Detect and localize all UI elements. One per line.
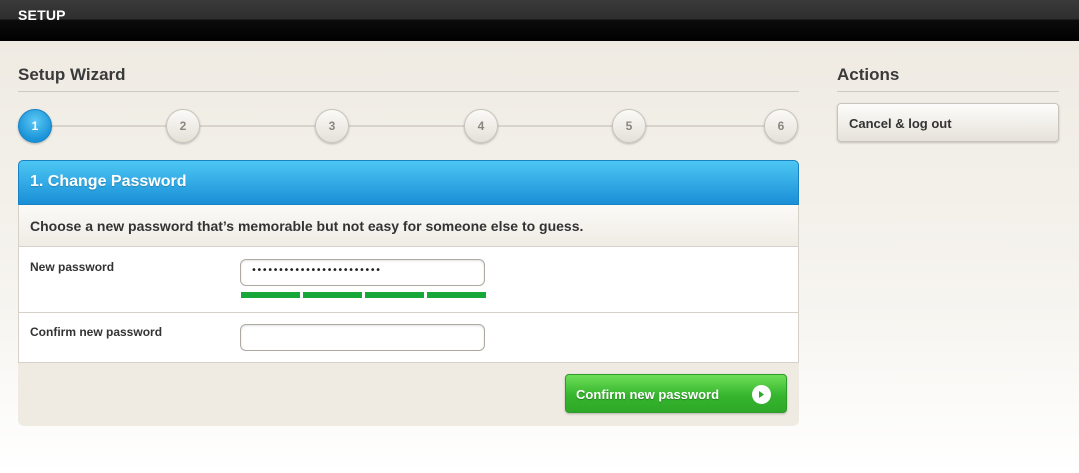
actions-title: Actions bbox=[837, 65, 900, 84]
strength-segment bbox=[365, 292, 424, 298]
strength-segment bbox=[303, 292, 362, 298]
panel-intro: Choose a new password that’s memorable b… bbox=[18, 205, 799, 247]
panel-header: 1. Change Password bbox=[18, 160, 799, 205]
confirm-password-label: Confirm new password bbox=[30, 325, 163, 339]
strength-segment bbox=[241, 292, 300, 298]
step-3[interactable]: 3 bbox=[315, 109, 349, 143]
step-5[interactable]: 5 bbox=[612, 109, 646, 143]
new-password-label: New password bbox=[30, 260, 115, 274]
wizard-title-divider bbox=[18, 91, 799, 92]
cancel-logout-label: Cancel & log out bbox=[849, 116, 952, 131]
wizard-title: Setup Wizard bbox=[18, 65, 126, 84]
app-title: SETUP bbox=[18, 7, 66, 23]
top-bar: SETUP bbox=[0, 0, 1079, 41]
arrow-right-circle-icon bbox=[752, 385, 771, 404]
cancel-logout-button[interactable]: Cancel & log out bbox=[837, 103, 1059, 142]
new-password-field[interactable]: •••••••••••••••••••••••• bbox=[240, 259, 485, 286]
change-password-panel: 1. Change Password Choose a new password… bbox=[18, 160, 799, 426]
stepper-track bbox=[34, 125, 782, 127]
confirm-password-field[interactable] bbox=[240, 324, 485, 351]
step-6[interactable]: 6 bbox=[764, 109, 798, 143]
new-password-row: New password •••••••••••••••••••••••• bbox=[18, 247, 799, 313]
step-4[interactable]: 4 bbox=[464, 109, 498, 143]
confirm-button-label: Confirm new password bbox=[576, 387, 720, 402]
confirm-password-button[interactable]: Confirm new password bbox=[565, 374, 787, 413]
step-2[interactable]: 2 bbox=[166, 109, 200, 143]
actions-title-divider bbox=[837, 91, 1059, 92]
intro-text: Choose a new password that’s memorable b… bbox=[30, 218, 584, 234]
confirm-password-row: Confirm new password bbox=[18, 313, 799, 363]
panel-title: 1. Change Password bbox=[30, 173, 187, 190]
strength-segment bbox=[427, 292, 486, 298]
password-strength-meter bbox=[241, 292, 486, 298]
step-1[interactable]: 1 bbox=[18, 109, 52, 143]
